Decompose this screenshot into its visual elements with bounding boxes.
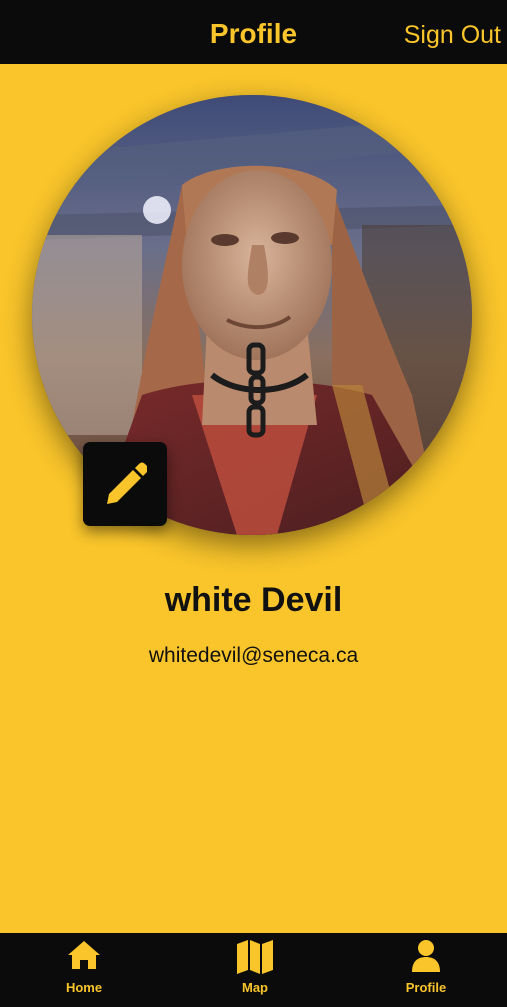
edit-photo-button[interactable]	[83, 442, 167, 526]
tab-label-map: Map	[242, 980, 268, 995]
sign-out-button[interactable]: Sign Out	[404, 18, 501, 52]
map-icon	[237, 940, 273, 974]
user-name: white Devil	[164, 581, 343, 619]
user-email: whitedevil@seneca.ca	[148, 644, 359, 667]
header-bar: Profile Sign Out	[0, 0, 507, 64]
tab-map[interactable]: Map	[205, 933, 305, 1007]
pencil-icon	[107, 462, 147, 504]
tab-label-home: Home	[65, 980, 103, 995]
home-icon	[68, 941, 100, 969]
tab-home[interactable]: Home	[34, 933, 134, 1007]
person-icon	[412, 940, 440, 972]
tab-profile[interactable]: Profile	[376, 933, 476, 1007]
tab-label-profile: Profile	[405, 980, 447, 995]
tab-bar: Home Map Profile	[0, 933, 507, 1007]
